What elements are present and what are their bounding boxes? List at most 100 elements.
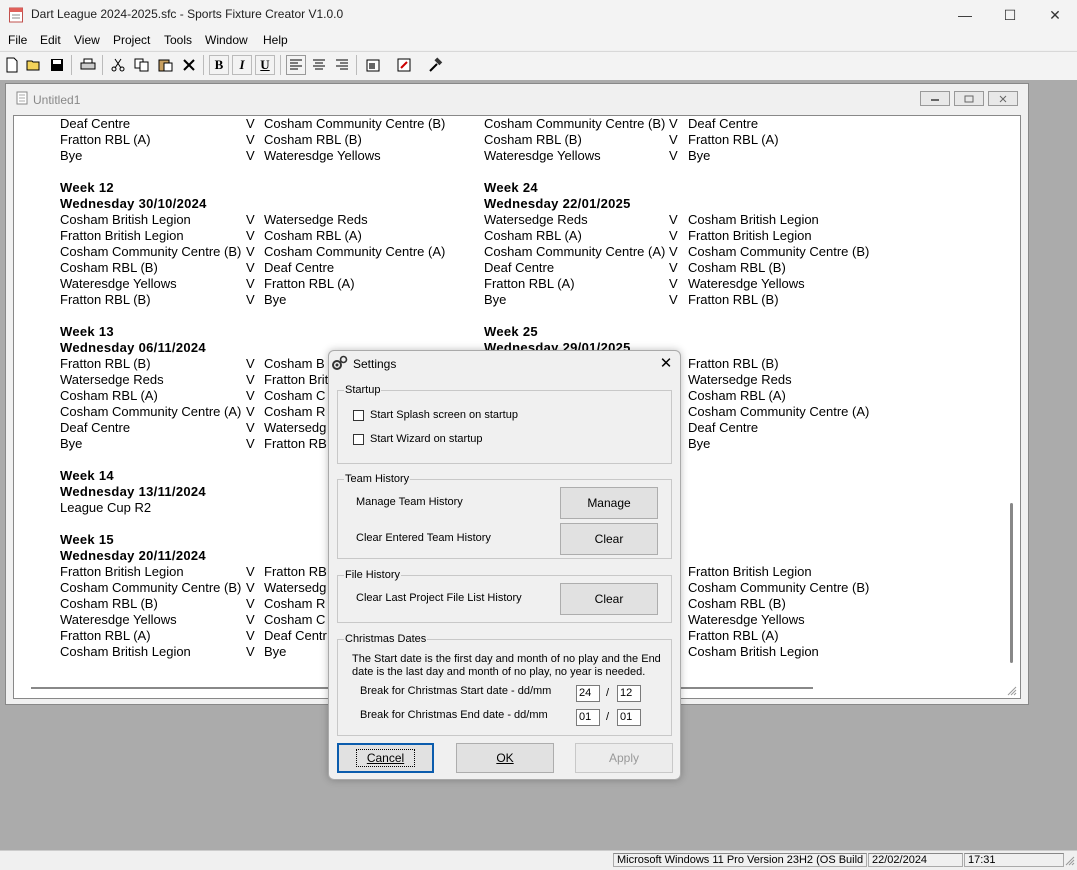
- underline-button[interactable]: U: [255, 55, 275, 75]
- fixture-text: Cosham RBL (B): [484, 132, 582, 147]
- christmas-end-day-input[interactable]: 01: [576, 709, 600, 726]
- menu-edit[interactable]: Edit: [40, 33, 61, 47]
- minimize-button[interactable]: —: [942, 0, 988, 30]
- clear-file-history-label: Clear Last Project File List History: [356, 592, 522, 604]
- menu-help[interactable]: Help: [263, 33, 288, 47]
- fixture-text: V: [246, 612, 255, 627]
- fixture-text: Watersedg: [264, 420, 327, 435]
- fixture-text: Cosham RBL (B): [264, 132, 362, 147]
- fixture-text: Bye: [264, 292, 287, 307]
- manage-button[interactable]: Manage: [560, 487, 658, 519]
- document-close-button[interactable]: [988, 91, 1018, 106]
- open-folder-icon[interactable]: [24, 55, 44, 75]
- align-left-icon[interactable]: [286, 55, 306, 75]
- document-minimize-button[interactable]: [920, 91, 950, 106]
- italic-button[interactable]: I: [232, 55, 252, 75]
- app-icon: [9, 7, 23, 23]
- fixture-text: V: [246, 116, 255, 131]
- clear-team-history-button[interactable]: Clear: [560, 523, 658, 555]
- fixture-text: V: [669, 244, 678, 259]
- new-file-icon[interactable]: [2, 55, 22, 75]
- fixture-text: Bye: [688, 436, 711, 451]
- paste-icon[interactable]: [156, 55, 176, 75]
- align-center-icon[interactable]: [309, 55, 329, 75]
- fixture-text: V: [246, 564, 255, 579]
- delete-icon[interactable]: [179, 55, 199, 75]
- menu-file[interactable]: File: [8, 33, 27, 47]
- fixture-text: Bye: [60, 436, 83, 451]
- christmas-start-day-input[interactable]: 24: [576, 685, 600, 702]
- fixture-text: Watersedg: [264, 580, 327, 595]
- fixture-text: Fratton RBL (A): [264, 276, 355, 291]
- christmas-end-month-input[interactable]: 01: [617, 709, 641, 726]
- startup-group-label: Startup: [344, 384, 382, 396]
- align-right-icon[interactable]: [332, 55, 352, 75]
- week-heading: Week 25: [484, 324, 538, 339]
- fixture-text: V: [669, 148, 678, 163]
- document-restore-button[interactable]: [954, 91, 984, 106]
- menu-window[interactable]: Window: [205, 33, 248, 47]
- resize-grip-icon[interactable]: [1007, 686, 1017, 696]
- clear-team-history-label: Clear Entered Team History: [356, 532, 491, 544]
- fixture-text: Deaf Centr: [264, 628, 327, 643]
- menu-view[interactable]: View: [74, 33, 100, 47]
- menu-tools[interactable]: Tools: [164, 33, 192, 47]
- fixture-text: Cosham RBL (B): [688, 596, 786, 611]
- week-heading: Wednesday 06/11/2024: [60, 340, 206, 355]
- fixture-text: V: [246, 436, 255, 451]
- clear-file-history-button[interactable]: Clear: [560, 583, 658, 615]
- save-icon[interactable]: [47, 55, 67, 75]
- christmas-start-month-input[interactable]: 12: [617, 685, 641, 702]
- fixture-text: V: [669, 292, 678, 307]
- document-title: Untitled1: [33, 93, 81, 107]
- fixture-text: Fratton RBL (A): [688, 628, 779, 643]
- statusbar-grip-icon[interactable]: [1065, 856, 1075, 866]
- bold-button[interactable]: B: [209, 55, 229, 75]
- properties-icon[interactable]: [363, 55, 383, 75]
- cancel-button[interactable]: Cancel: [337, 743, 434, 773]
- fixture-text: Cosham Community Centre (B): [688, 244, 870, 259]
- fixture-text: Bye: [688, 148, 711, 163]
- status-os: Microsoft Windows 11 Pro Version 23H2 (O…: [613, 853, 867, 867]
- fixture-text: Fratton RB: [264, 436, 327, 451]
- fixture-text: Cosham RBL (A): [264, 228, 362, 243]
- splash-checkbox[interactable]: [353, 410, 364, 421]
- status-date: 22/02/2024: [868, 853, 963, 867]
- apply-button[interactable]: Apply: [575, 743, 673, 773]
- file-history-group-label: File History: [344, 569, 402, 581]
- fixture-text: V: [669, 212, 678, 227]
- menu-project[interactable]: Project: [113, 33, 150, 47]
- dialog-close-button[interactable]: ✕: [656, 353, 676, 373]
- fixture-text: V: [246, 244, 255, 259]
- fixture-text: Deaf Centre: [60, 420, 131, 435]
- fixture-text: Cosham RBL (A): [484, 228, 582, 243]
- wizard-checkbox[interactable]: [353, 434, 364, 445]
- maximize-button[interactable]: ☐: [987, 0, 1033, 30]
- fixture-text: V: [246, 212, 255, 227]
- fixture-text: V: [246, 580, 255, 595]
- tools-hammer-icon[interactable]: [425, 55, 445, 75]
- christmas-description-line2: date is the last day and month of no pla…: [352, 666, 646, 678]
- cut-icon[interactable]: [108, 55, 128, 75]
- fixture-text: V: [246, 260, 255, 275]
- fixture-text: Cosham R: [264, 596, 326, 611]
- vertical-scrollbar-thumb[interactable]: [1010, 503, 1013, 663]
- toolbar: B I U: [0, 51, 1077, 81]
- fixture-text: Cosham Community Centre (A): [688, 404, 870, 419]
- close-button[interactable]: ✕: [1032, 0, 1077, 30]
- fixture-text: Watersedge Reds: [60, 372, 164, 387]
- menu-bar: File Edit View Project Tools Window Help: [0, 30, 1077, 50]
- fixture-text: V: [246, 644, 255, 659]
- week-heading: Week 12: [60, 180, 114, 195]
- fixture-text: Deaf Centre: [60, 116, 131, 131]
- fixture-text: Wateresdge Yellows: [688, 612, 805, 627]
- fixture-text: Deaf Centre: [688, 116, 759, 131]
- wizard-icon[interactable]: [394, 55, 414, 75]
- ok-button[interactable]: OK: [456, 743, 554, 773]
- fixture-text: Fratton British Legion: [60, 228, 184, 243]
- team-history-group-label: Team History: [344, 473, 411, 485]
- week-heading: Wednesday 13/11/2024: [60, 484, 206, 499]
- copy-icon[interactable]: [132, 55, 152, 75]
- print-icon[interactable]: [78, 55, 98, 75]
- dialog-title: Settings: [353, 357, 397, 371]
